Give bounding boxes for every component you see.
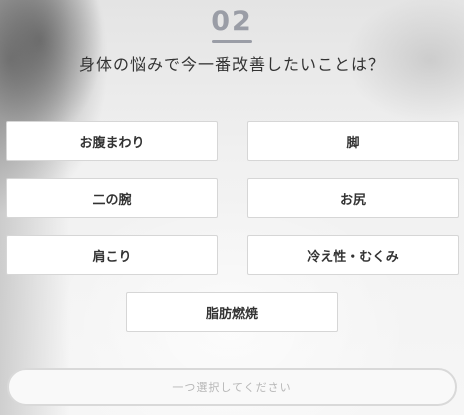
submit-button[interactable]: 一つ選択してください	[7, 368, 457, 406]
option-label: 脚	[346, 135, 360, 151]
option-stiff-shoulders[interactable]: 肩こり	[6, 235, 218, 275]
option-label: お尻	[339, 192, 366, 208]
option-label: 冷え性・むくみ	[307, 249, 399, 265]
option-legs[interactable]: 脚	[247, 121, 459, 161]
option-upper-arms[interactable]: 二の腕	[6, 178, 218, 218]
quiz-step: 02 身体の悩みで今一番改善したいことは？ お腹まわり 脚 二の腕 お尻 肩こり…	[0, 0, 464, 415]
option-poor-circulation-swelling[interactable]: 冷え性・むくみ	[247, 235, 459, 275]
option-label: 脂肪燃焼	[205, 306, 258, 322]
submit-label: 一つ選択してください	[172, 381, 292, 394]
question-title: 身体の悩みで今一番改善したいことは？	[78, 55, 385, 74]
step-number-underline	[212, 40, 252, 43]
option-hips[interactable]: お尻	[247, 178, 459, 218]
option-belly[interactable]: お腹まわり	[6, 121, 218, 161]
option-label: お腹まわり	[79, 135, 145, 151]
option-fat-burning[interactable]: 脂肪燃焼	[126, 292, 338, 332]
option-label: 二の腕	[92, 192, 132, 208]
step-number: 02	[211, 6, 253, 37]
option-label: 肩こり	[92, 249, 132, 265]
